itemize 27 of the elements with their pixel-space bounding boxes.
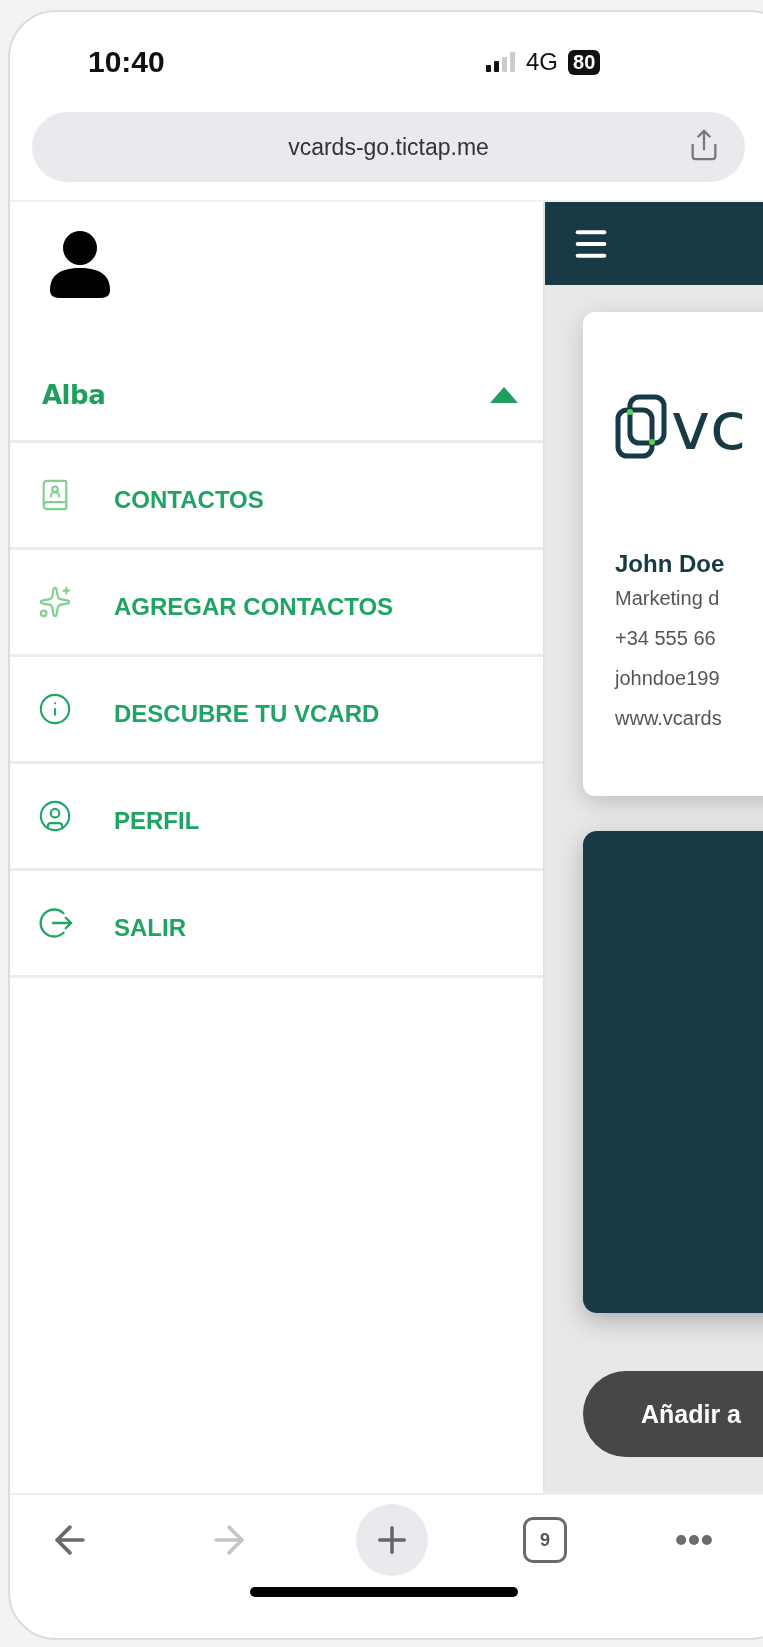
user-menu-toggle[interactable]: Alba (10, 350, 543, 443)
menu-item[interactable]: PERFIL (10, 764, 543, 871)
contact-detail: johndoe199 (615, 666, 721, 691)
contact-detail: www.vcards (615, 706, 723, 731)
menu-item[interactable]: AGREGAR CONTACTOS (10, 550, 543, 657)
user-avatar-icon (48, 230, 112, 298)
contact-detail: +34 555 66 (615, 626, 717, 651)
signal-icon (486, 52, 516, 72)
url-text: vcards-go.tictap.me (288, 133, 489, 161)
address-bar[interactable]: vcards-go.tictap.me (32, 112, 745, 182)
battery-level: 80 (568, 49, 601, 75)
status-time: 10:40 (88, 45, 166, 79)
exit-arrow-icon (38, 905, 74, 941)
contact-detail: Marketing d (615, 586, 721, 611)
info-icon (38, 692, 72, 726)
user-name: Alba (42, 380, 106, 410)
sparkles-icon (38, 585, 72, 619)
user-circle-icon (38, 799, 72, 833)
tab-count-button[interactable]: 9 (523, 1517, 567, 1563)
logo-icon (615, 394, 667, 460)
network-type: 4G (526, 48, 558, 76)
add-button[interactable]: Añadir a (583, 1371, 763, 1457)
menu-item[interactable]: DESCUBRE TU VCARD (10, 657, 543, 764)
contact-name: John Doe (615, 550, 726, 578)
menu-item[interactable]: SALIR (10, 871, 543, 978)
menu-item[interactable]: CONTACTOS (10, 443, 543, 550)
logo-text: vc (671, 394, 747, 460)
